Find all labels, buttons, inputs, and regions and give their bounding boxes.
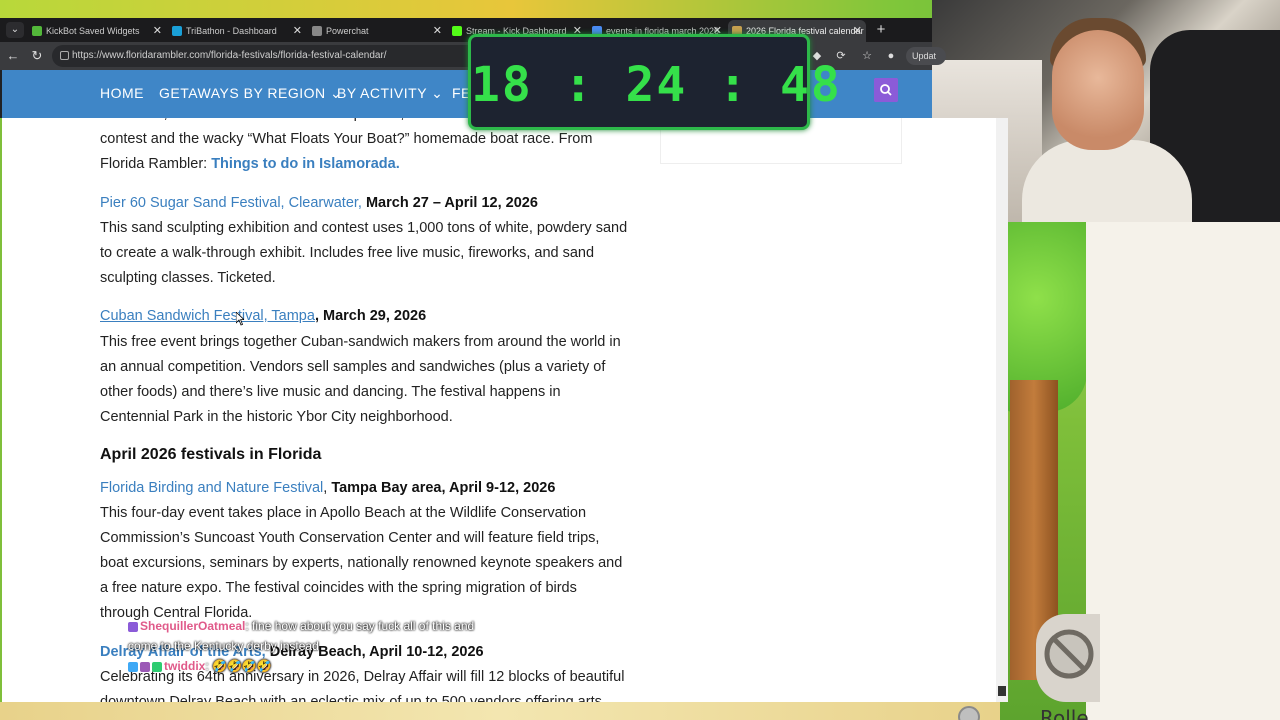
chat-text-continued: come to the Kentucky derby instead <box>128 639 319 653</box>
kickbot-favicon-icon <box>32 26 42 36</box>
tab-label: KickBot Saved Widgets <box>46 26 140 36</box>
countdown-timer: 18 : 24 : 48 <box>468 34 842 130</box>
game-side-panel <box>1086 222 1280 720</box>
sub-badge-icon <box>128 621 138 632</box>
chat-text: : 🤣🤣🤣🤣 <box>205 659 272 673</box>
page-scrollbar[interactable] <box>996 118 1008 702</box>
event-description: to create a walk-through exhibit. Includ… <box>100 245 595 261</box>
event-description: Commission’s Suncoast Youth Conservation… <box>100 530 600 546</box>
event-description: Centennial Park in the historic Ybor Cit… <box>100 409 453 425</box>
scrollbar-thumb[interactable] <box>998 686 1006 696</box>
mouse-cursor-icon <box>236 312 244 326</box>
reload-icon[interactable]: ↻ <box>28 47 46 65</box>
event-heading: Pier 60 Sugar Sand Festival, Clearwater,… <box>100 191 640 216</box>
profile-avatar-icon[interactable]: ● <box>884 49 898 63</box>
favorites-icon[interactable]: ☆ <box>860 49 874 63</box>
event-description: boat excursions, seminars by experts, na… <box>100 555 623 571</box>
tribathon-favicon-icon <box>172 26 182 36</box>
intro-line: contest and the wacky “What Floats Your … <box>100 131 593 147</box>
islamorada-link[interactable]: Things to do in Islamorada. <box>211 156 400 172</box>
url-field[interactable]: https://www.floridarambler.com/florida-f… <box>52 45 482 67</box>
event-location: Tampa Bay area <box>331 480 442 496</box>
roll-label: Rolle <box>1040 706 1089 720</box>
tab-kickbot[interactable]: KickBot Saved Widgets ✕ <box>28 20 166 42</box>
stream-chat-overlay: ShequillerOatmeal: fine how about you sa… <box>128 616 548 676</box>
nav-home[interactable]: HOME <box>100 85 144 101</box>
verified-badge-icon <box>128 661 138 672</box>
kick-favicon-icon <box>452 26 462 36</box>
nav-by-activity[interactable]: BY ACTIVITY ⌄ <box>337 85 443 102</box>
intro-line: Florida Rambler: Things to do in Islamor… <box>100 152 640 177</box>
event-description: downtown Delray Beach with an eclectic m… <box>100 694 602 702</box>
chat-username: twiddix <box>164 659 206 673</box>
tab-close-icon[interactable]: ✕ <box>433 20 442 42</box>
search-icon[interactable] <box>874 78 898 102</box>
event-description: This sand sculpting exhibition and conte… <box>100 220 628 236</box>
event-description: sculpting classes. Ticketed. <box>100 270 276 286</box>
powerchat-favicon-icon <box>312 26 322 36</box>
webcam-streamer-body <box>1022 140 1192 222</box>
rambler-prefix: Florida Rambler: <box>100 156 212 172</box>
webcam-streamer-face <box>1052 30 1144 150</box>
event-date: March 27 – April 12, 2026 <box>361 195 538 211</box>
game-background-bottom <box>0 702 1000 720</box>
tab-close-icon[interactable]: ✕ <box>853 20 862 42</box>
back-arrow-icon[interactable]: ← <box>4 47 22 65</box>
nav-getaways-by-region[interactable]: GETAWAYS BY REGION ⌄ <box>159 85 342 102</box>
tab-tribathon[interactable]: TriBathon - Dashboard ✕ <box>168 20 306 42</box>
chat-message: twiddix: 🤣🤣🤣🤣 <box>128 656 548 676</box>
page-content: live music, the Taste of Islamorada comp… <box>2 118 998 702</box>
event-date: , April 9-12, 2026 <box>441 480 556 496</box>
tab-label: TriBathon - Dashboard <box>186 26 277 36</box>
update-button[interactable]: Updat <box>906 47 946 65</box>
section-heading-april: April 2026 festivals in Florida <box>100 446 322 463</box>
tab-label: Powerchat <box>326 26 369 36</box>
countdown-value: 18 : 24 : 48 <box>471 57 842 113</box>
event-description: This four-day event takes place in Apoll… <box>100 505 587 521</box>
site-info-icon[interactable] <box>60 51 69 60</box>
ban-icon <box>1044 629 1094 679</box>
chat-text: : fine how about you say fuck all of thi… <box>245 619 475 633</box>
tab-search-button[interactable]: ⌄ <box>6 22 24 38</box>
event-description: a free nature expo. The festival coincid… <box>100 580 577 596</box>
mod-badge-icon <box>152 661 162 672</box>
event-description: an annual competition. Vendors sell samp… <box>100 359 606 375</box>
event-heading: Florida Birding and Nature Festival, Tam… <box>100 476 640 501</box>
tab-powerchat[interactable]: Powerchat ✕ <box>308 20 446 42</box>
gift-badge-icon <box>140 661 150 672</box>
birding-festival-link[interactable]: Florida Birding and Nature Festival <box>100 480 323 496</box>
event-description: This free event brings together Cuban-sa… <box>100 334 621 350</box>
event-description: other foods) and there’s live music and … <box>100 384 561 400</box>
pier60-festival-link[interactable]: Pier 60 Sugar Sand Festival, Clearwater, <box>100 195 362 211</box>
cuban-sandwich-festival-link[interactable]: Cuban Sandwich Festival, Tampa <box>100 308 315 324</box>
event-heading: Cuban Sandwich Festival, Tampa, March 29… <box>100 304 640 329</box>
chat-username: ShequillerOatmeal <box>140 619 246 633</box>
chat-message: ShequillerOatmeal: fine how about you sa… <box>128 616 548 636</box>
event-date: , March 29, 2026 <box>314 308 427 324</box>
tab-close-icon[interactable]: ✕ <box>153 20 162 42</box>
tab-close-icon[interactable]: ✕ <box>293 20 302 42</box>
new-tab-button[interactable]: + <box>872 20 890 40</box>
